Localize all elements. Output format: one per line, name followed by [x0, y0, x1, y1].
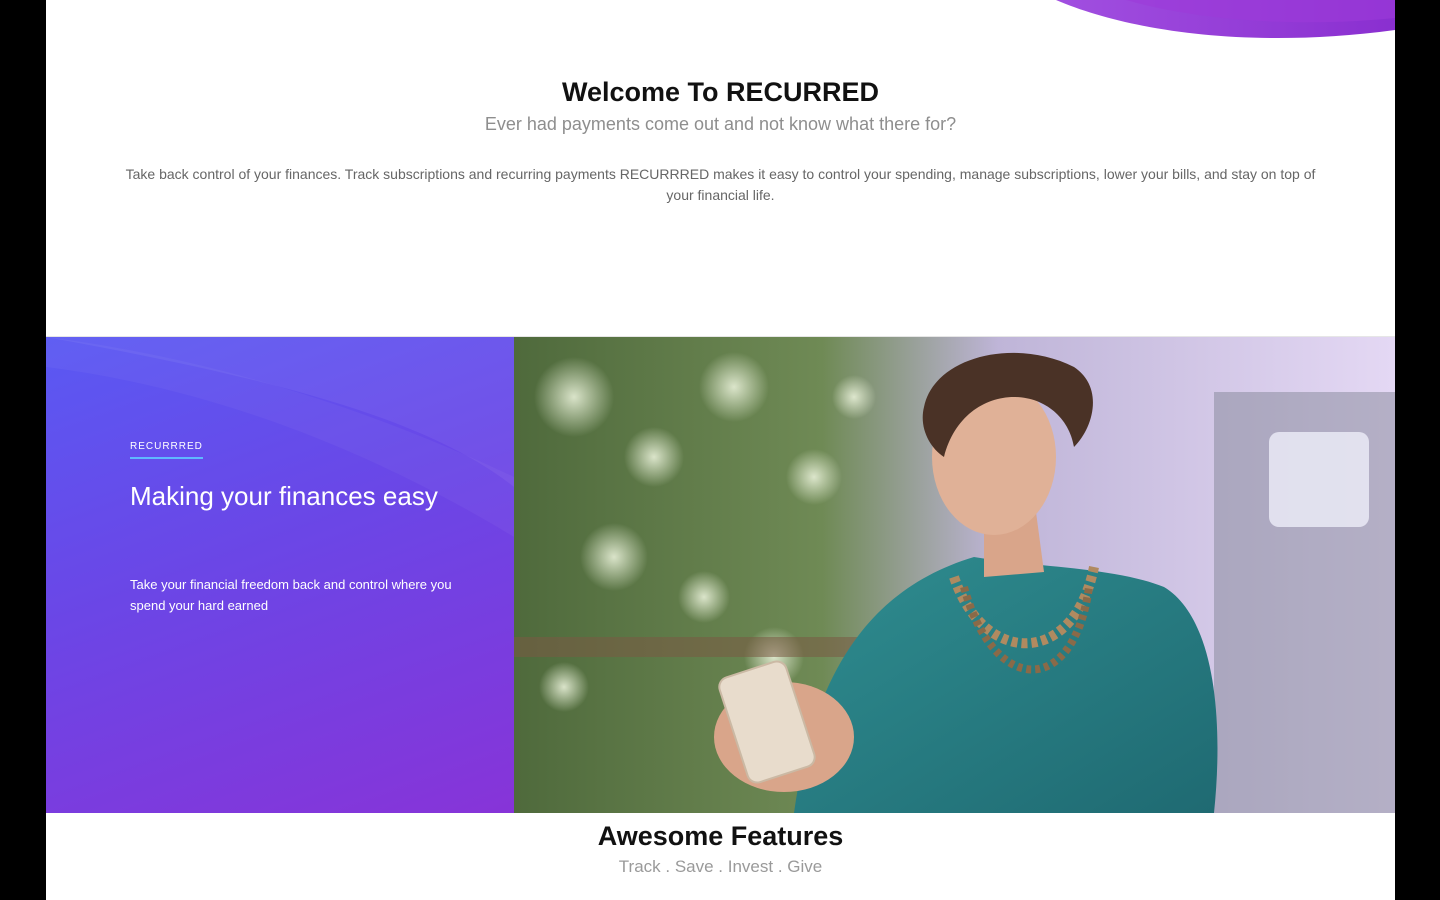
welcome-section: Welcome To RECURRED Ever had payments co…	[46, 76, 1395, 206]
photo-illustration	[514, 337, 1395, 813]
welcome-subtitle: Ever had payments come out and not know …	[484, 114, 957, 134]
features-section: Awesome Features Track . Save . Invest .…	[46, 820, 1395, 878]
hero-photo-woman-with-phone	[514, 337, 1395, 813]
features-title: Awesome Features	[597, 821, 844, 851]
welcome-description: Take back control of your finances. Trac…	[125, 166, 1316, 203]
features-subtitle: Track . Save . Invest . Give	[618, 857, 823, 876]
hero-text-panel: RECURRRED Making your finances easy Take…	[46, 337, 514, 813]
hero-title: Making your finances easy	[130, 481, 438, 511]
landing-page: Welcome To RECURRED Ever had payments co…	[46, 0, 1395, 900]
hero-eyebrow-label: RECURRRED	[130, 441, 203, 459]
hero-description: Take your financial freedom back and con…	[130, 577, 452, 613]
hero-section: RECURRRED Making your finances easy Take…	[46, 336, 1395, 813]
welcome-title: Welcome To RECURRED	[561, 77, 880, 107]
top-wave-decoration	[1056, 0, 1395, 39]
